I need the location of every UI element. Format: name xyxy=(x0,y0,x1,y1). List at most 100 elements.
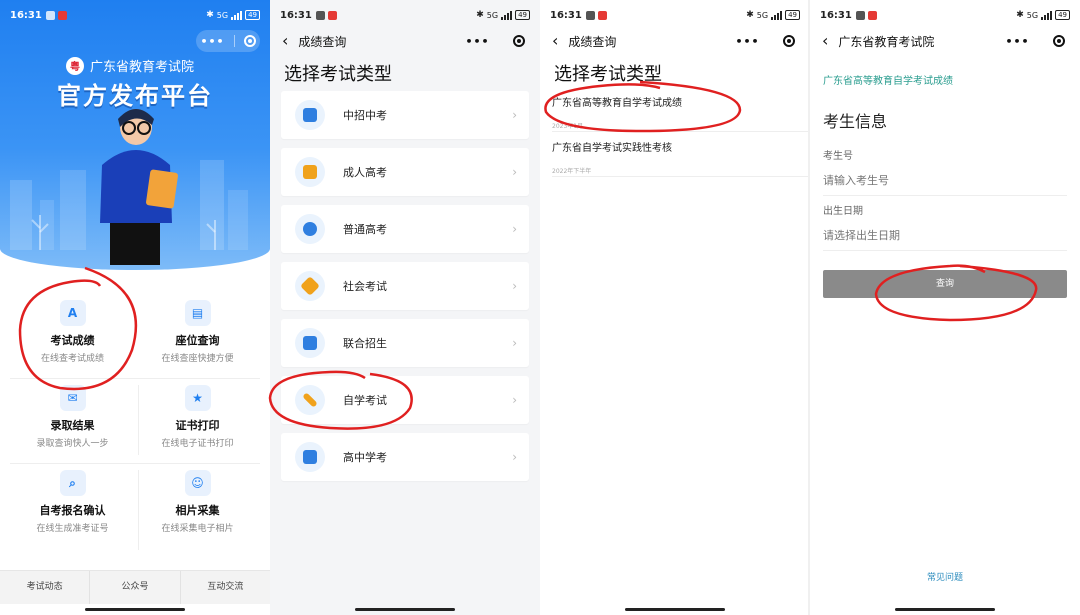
query-button[interactable]: 查询 xyxy=(823,270,1067,298)
phone-candidate-form: 16:31 ✱ 5G 49 ‹ 广东省教育考试院 ••• 广东省高等教育自学考试… xyxy=(810,0,1080,615)
phone-exam-type-list: 16:31 ✱ 5G 49 ‹ 成绩查询 ••• 选择考试类型 中招中考 › 成… xyxy=(270,0,540,615)
page-title: 选择考试类型 xyxy=(284,64,392,85)
bluetooth-icon: ✱ xyxy=(206,10,214,20)
app-notification-icon xyxy=(855,10,865,20)
close-miniprogram-icon[interactable] xyxy=(782,35,795,47)
candidate-number-field: 考生号 xyxy=(823,147,1067,196)
exam-type-icon-shape xyxy=(303,165,317,179)
tab-interaction[interactable]: 互动交流 xyxy=(181,571,270,604)
header-title-row: 粤 广东省教育考试院 xyxy=(66,56,194,75)
app-badge-icon xyxy=(597,10,607,20)
exam-type-label: 成人高考 xyxy=(343,166,387,179)
status-bar: 16:31 ✱ 5G 49 xyxy=(270,0,540,30)
more-icon[interactable]: ••• xyxy=(1005,35,1029,48)
exam-type-icon-shape xyxy=(303,222,317,236)
exam-type-item[interactable]: 高中学考 › xyxy=(281,433,529,481)
grid-item-title: 录取结果 xyxy=(50,419,95,432)
nav-title: 成绩查询 xyxy=(568,34,617,49)
chevron-right-icon: › xyxy=(512,165,517,179)
book-open-icon xyxy=(295,442,325,472)
exam-type-item[interactable]: 社会考试 › xyxy=(281,262,529,310)
exam-type-item-self-study[interactable]: 自学考试 › xyxy=(281,376,529,424)
birth-date-field: 出生日期 xyxy=(823,202,1067,251)
battery-icon: 49 xyxy=(785,10,800,20)
more-icon[interactable]: ••• xyxy=(200,35,224,48)
app-badge-icon xyxy=(867,10,877,20)
layers-icon xyxy=(295,271,325,301)
score-icon: A xyxy=(59,300,86,326)
exam-type-item[interactable]: 中招中考 › xyxy=(281,91,529,139)
grid-item-subtitle: 在线查考试成绩 xyxy=(40,354,104,364)
more-icon[interactable]: ••• xyxy=(465,35,489,48)
graduation-cap-icon xyxy=(295,214,325,244)
header-slogan: 官方发布平台 xyxy=(57,82,213,110)
signal-icon xyxy=(501,10,513,20)
home-indicator xyxy=(625,608,725,611)
field-label: 出生日期 xyxy=(823,206,863,217)
faq-link[interactable]: 常见问题 xyxy=(810,570,1080,583)
score-item-title: 广东省自学考试实践性考核 xyxy=(552,143,672,154)
close-miniprogram-icon[interactable] xyxy=(512,35,525,47)
miniprogram-capsule: ••• xyxy=(1000,30,1070,52)
grid-item-title: 相片采集 xyxy=(175,504,220,517)
close-miniprogram-icon[interactable] xyxy=(243,35,256,47)
books-icon xyxy=(295,157,325,187)
clock: 16:31 xyxy=(820,9,852,21)
grid-item-exam-score[interactable]: A 考试成绩 在线查考试成绩 xyxy=(10,290,135,374)
chevron-right-icon: › xyxy=(512,279,517,293)
candidate-number-input[interactable] xyxy=(823,174,1067,195)
exam-type-item[interactable]: 普通高考 › xyxy=(281,205,529,253)
mail-icon: ✉ xyxy=(59,385,86,411)
back-icon[interactable]: ‹ xyxy=(282,33,288,49)
birth-date-picker[interactable] xyxy=(823,229,1067,250)
capsule-divider xyxy=(771,35,772,47)
battery-icon: 49 xyxy=(515,10,530,20)
student-illustration xyxy=(100,109,178,265)
signal-icon xyxy=(231,10,243,20)
clock: 16:31 xyxy=(550,9,582,21)
back-icon[interactable]: ‹ xyxy=(822,33,828,49)
bluetooth-icon: ✱ xyxy=(476,10,484,20)
exam-type-item[interactable]: 成人高考 › xyxy=(281,148,529,196)
section-title: 考生信息 xyxy=(823,112,888,131)
status-bar: 16:31 ✱ 5G 49 xyxy=(810,0,1080,30)
grid-item-title: 证书打印 xyxy=(175,419,220,432)
capsule-divider xyxy=(233,35,235,47)
home-indicator xyxy=(355,608,455,611)
battery-icon: 49 xyxy=(245,10,260,20)
chevron-right-icon: › xyxy=(512,108,517,122)
exam-type-label: 自学考试 xyxy=(343,394,387,407)
app-badge-icon xyxy=(327,10,337,20)
chevron-right-icon: › xyxy=(512,222,517,236)
score-list-item[interactable]: 广东省自学考试实践性考核 2022年下半年 xyxy=(552,139,810,177)
more-icon[interactable]: ••• xyxy=(735,35,759,48)
pencil-ruler-icon xyxy=(295,385,325,415)
tab-exam-news[interactable]: 考试动态 xyxy=(0,571,91,604)
grid-item-photo-capture[interactable]: ☺ 相片采集 在线采集电子相片 xyxy=(135,460,260,544)
grid-item-self-study-confirm[interactable]: ⌕ 自考报名确认 在线生成准考证号 xyxy=(10,460,135,544)
nav-title: 广东省教育考试院 xyxy=(838,34,935,49)
exam-type-label: 社会考试 xyxy=(343,280,387,293)
back-icon[interactable]: ‹ xyxy=(552,33,558,49)
tab-official-account[interactable]: 公众号 xyxy=(90,571,181,604)
score-list-item[interactable]: 广东省高等教育自学考试成绩 2023年1月 xyxy=(552,94,810,132)
app-notification-icon xyxy=(585,10,595,20)
nav-title: 成绩查询 xyxy=(298,34,347,49)
certificate-icon: ★ xyxy=(184,385,211,411)
score-item-date: 2022年下半年 xyxy=(552,168,592,175)
grid-item-admission-result[interactable]: ✉ 录取结果 录取查询快人一步 xyxy=(10,375,135,459)
clock: 16:31 xyxy=(10,9,42,21)
app-notification-icon xyxy=(315,10,325,20)
miniprogram-capsule: ••• xyxy=(730,30,800,52)
grid-item-certificate-print[interactable]: ★ 证书打印 在线电子证书打印 xyxy=(135,375,260,459)
close-miniprogram-icon[interactable] xyxy=(1052,35,1065,47)
header-title: 广东省教育考试院 xyxy=(90,60,195,75)
phone-score-list: 16:31 ✱ 5G 49 ‹ 成绩查询 ••• 选择考试类型 广东省高等教育自… xyxy=(540,0,810,615)
exam-type-label: 高中学考 xyxy=(343,451,387,464)
network-label: 5G xyxy=(756,10,769,20)
clock: 16:31 xyxy=(280,9,312,21)
grid-item-seat-query[interactable]: ▤ 座位查询 在线查座快捷方便 xyxy=(135,290,260,374)
exam-type-item[interactable]: 联合招生 › xyxy=(281,319,529,367)
signal-icon xyxy=(1041,10,1053,20)
network-label: 5G xyxy=(486,10,499,20)
